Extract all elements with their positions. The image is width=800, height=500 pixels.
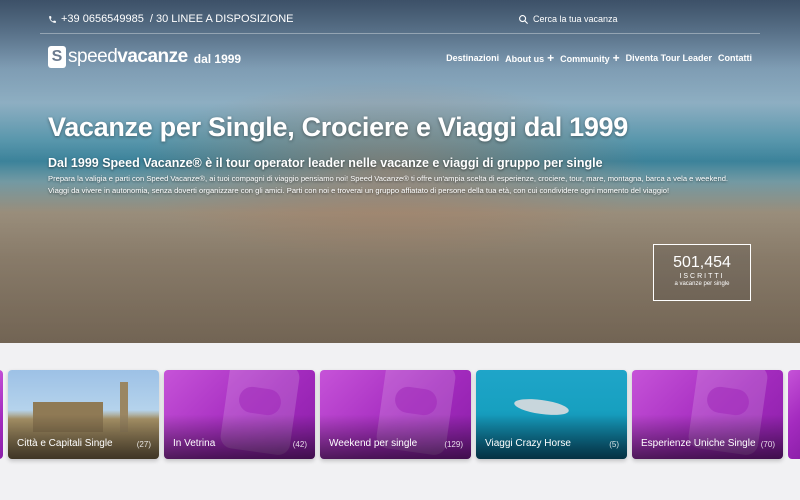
header-divider	[40, 33, 760, 34]
card-count: (129)	[444, 440, 463, 449]
phone-icon	[49, 15, 56, 23]
lines-available: 30 LINEE A DISPOSIZIONE	[155, 13, 294, 25]
logo-since-text: dal 1999	[193, 51, 242, 66]
logo-vacanze-text: vacanze	[117, 46, 188, 67]
card-count: (27)	[136, 440, 151, 449]
card-title[interactable]: Città e Capitali Single	[17, 438, 113, 449]
page-title: Vacanze per Single, Crociere e Viaggi da…	[48, 112, 628, 142]
plus-icon[interactable]: +	[613, 51, 620, 65]
search-box[interactable]: Cerca la tua vacanza	[518, 14, 618, 25]
logo-mark: S	[48, 46, 66, 68]
main-nav: Destinazioni About us + Community + Divent…	[446, 51, 752, 65]
carousel-prev-card[interactable]	[0, 370, 3, 459]
subscribers-sublabel: a vacanze per single	[674, 281, 730, 287]
card-count: (5)	[609, 440, 619, 449]
nav-item-label[interactable]: Community	[560, 54, 610, 64]
subscribers-label: ISCRITTI	[679, 273, 725, 280]
logo-speed-text: speed	[68, 46, 118, 67]
nav-item-tour-leader[interactable]: Diventa Tour Leader	[626, 53, 712, 63]
card-title[interactable]: Esperienze Uniche Single	[641, 438, 756, 449]
category-card[interactable]: Viaggi Crazy Horse (5)	[476, 370, 627, 459]
card-count: (42)	[292, 440, 307, 449]
page-subtitle: Dal 1999 Speed Vacanze® è il tour operat…	[48, 156, 603, 170]
nav-item-community[interactable]: Community +	[560, 51, 620, 65]
subscribers-counter: 501,454 ISCRITTI a vacanze per single	[653, 244, 751, 301]
category-card[interactable]: In Vetrina (42)	[164, 370, 315, 459]
phone-number[interactable]: +39 0656549985	[61, 13, 144, 25]
category-card[interactable]: Esperienze Uniche Single (70)	[632, 370, 783, 459]
card-title[interactable]: Viaggi Crazy Horse	[485, 438, 571, 449]
site-logo[interactable]: S speed vacanze dal 1999	[48, 46, 241, 68]
card-title[interactable]: In Vetrina	[173, 438, 215, 449]
intro-paragraph: Prepara la valigia e parti con Speed Vac…	[48, 174, 729, 196]
search-icon[interactable]	[518, 14, 529, 25]
plus-icon[interactable]: +	[547, 51, 554, 65]
category-card[interactable]: Weekend per single (129)	[320, 370, 471, 459]
phone-contact[interactable]: +39 0656549985 /	[48, 13, 153, 25]
nav-item-label[interactable]: About us	[505, 54, 544, 64]
subscribers-count: 501,454	[673, 254, 731, 271]
category-card[interactable]: Città e Capitali Single (27)	[8, 370, 159, 459]
phone-separator: /	[149, 13, 153, 25]
top-bar: +39 0656549985 / 30 LINEE A DISPOSIZIONE…	[48, 8, 760, 30]
card-count: (70)	[760, 440, 775, 449]
carousel-next-card[interactable]	[788, 370, 800, 459]
nav-item-destinazioni[interactable]: Destinazioni	[446, 53, 499, 63]
nav-item-about-us[interactable]: About us +	[505, 51, 554, 65]
nav-item-contatti[interactable]: Contatti	[718, 53, 752, 63]
card-title[interactable]: Weekend per single	[329, 438, 417, 449]
search-placeholder[interactable]: Cerca la tua vacanza	[533, 14, 618, 24]
